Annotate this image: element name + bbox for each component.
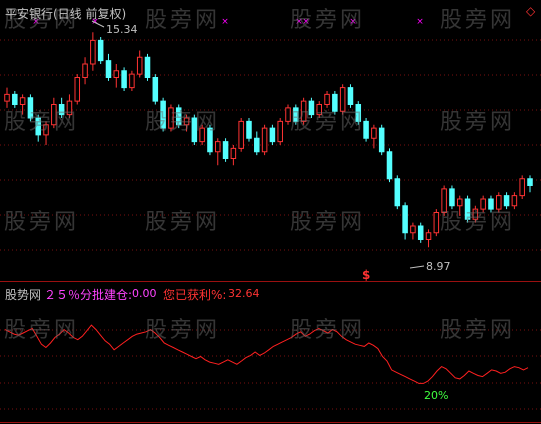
candle-up: [136, 56, 143, 75]
candle-down: [152, 77, 159, 102]
candle-up: [261, 127, 268, 153]
watermark: 股旁网: [440, 8, 516, 33]
candle-up: [129, 73, 135, 89]
watermark: 股旁网: [4, 210, 80, 235]
high-price-label: 15.34: [106, 23, 138, 36]
candle-down: [97, 39, 104, 62]
candle-down: [527, 178, 533, 186]
chart-root: ××××××× 股旁网 股旁网 股旁网 股旁网 股旁网 股旁网 股旁网 股旁网 …: [0, 0, 541, 424]
candle-up: [113, 70, 120, 78]
x-marker: ×: [416, 17, 424, 27]
x-marker: ×: [221, 17, 229, 27]
candle-up: [238, 120, 244, 149]
candle-down: [394, 178, 401, 207]
watermark: 股旁网: [4, 318, 80, 343]
watermark: 股旁网: [440, 110, 516, 135]
candle-up: [230, 147, 237, 159]
indicator-label: ２５％分批建仓:: [44, 288, 133, 302]
candle-up: [74, 77, 81, 102]
watermark: 股旁网: [290, 8, 366, 33]
watermark: 股旁网: [4, 110, 80, 135]
low-price-label: 8.97: [426, 260, 451, 273]
candle-up: [410, 225, 416, 234]
watermark: 股旁网: [290, 110, 366, 135]
line-annotation: 20%: [424, 389, 449, 402]
watermark: 股旁网: [145, 8, 221, 33]
candle-down: [222, 141, 229, 159]
candle-down: [378, 127, 385, 153]
candle-up: [433, 212, 440, 234]
candle-down: [144, 56, 151, 78]
profit-label: 您已获利%:: [163, 288, 227, 302]
sub-panel-name: 股势网: [5, 288, 42, 302]
candle-up: [4, 93, 10, 102]
candle-down: [386, 151, 393, 180]
chart-title: 平安银行(日线 前复权): [5, 7, 127, 21]
watermark: 股旁网: [440, 318, 516, 343]
candle-down: [402, 205, 408, 234]
signal-marker: $: [362, 268, 371, 282]
candle-down: [12, 93, 18, 105]
watermark: 股旁网: [145, 210, 221, 235]
watermark: 股旁网: [290, 318, 366, 343]
candle-up: [214, 141, 221, 153]
candle-down: [269, 127, 276, 143]
watermark: 股旁网: [290, 210, 366, 235]
watermark: 股旁网: [145, 318, 221, 343]
candle-up: [324, 93, 330, 105]
candle-up: [90, 39, 96, 65]
watermark: 股旁网: [145, 110, 221, 135]
candle-down: [417, 225, 424, 240]
candle-up: [277, 120, 283, 143]
candle-down: [121, 70, 127, 89]
candle-down: [347, 87, 354, 105]
candle-down: [254, 137, 260, 153]
candle-down: [105, 60, 112, 78]
candle-down: [246, 120, 252, 139]
candle-up: [82, 63, 88, 78]
corner-marker: ◇: [526, 4, 536, 18]
candle-up: [519, 178, 525, 197]
watermark: 股旁网: [440, 210, 516, 235]
candle-up: [425, 232, 432, 240]
candle-up: [371, 127, 377, 139]
low-pointer-line: [409, 265, 425, 269]
indicator-value: 0.00: [132, 287, 157, 300]
profit-value: 32.64: [228, 287, 260, 300]
